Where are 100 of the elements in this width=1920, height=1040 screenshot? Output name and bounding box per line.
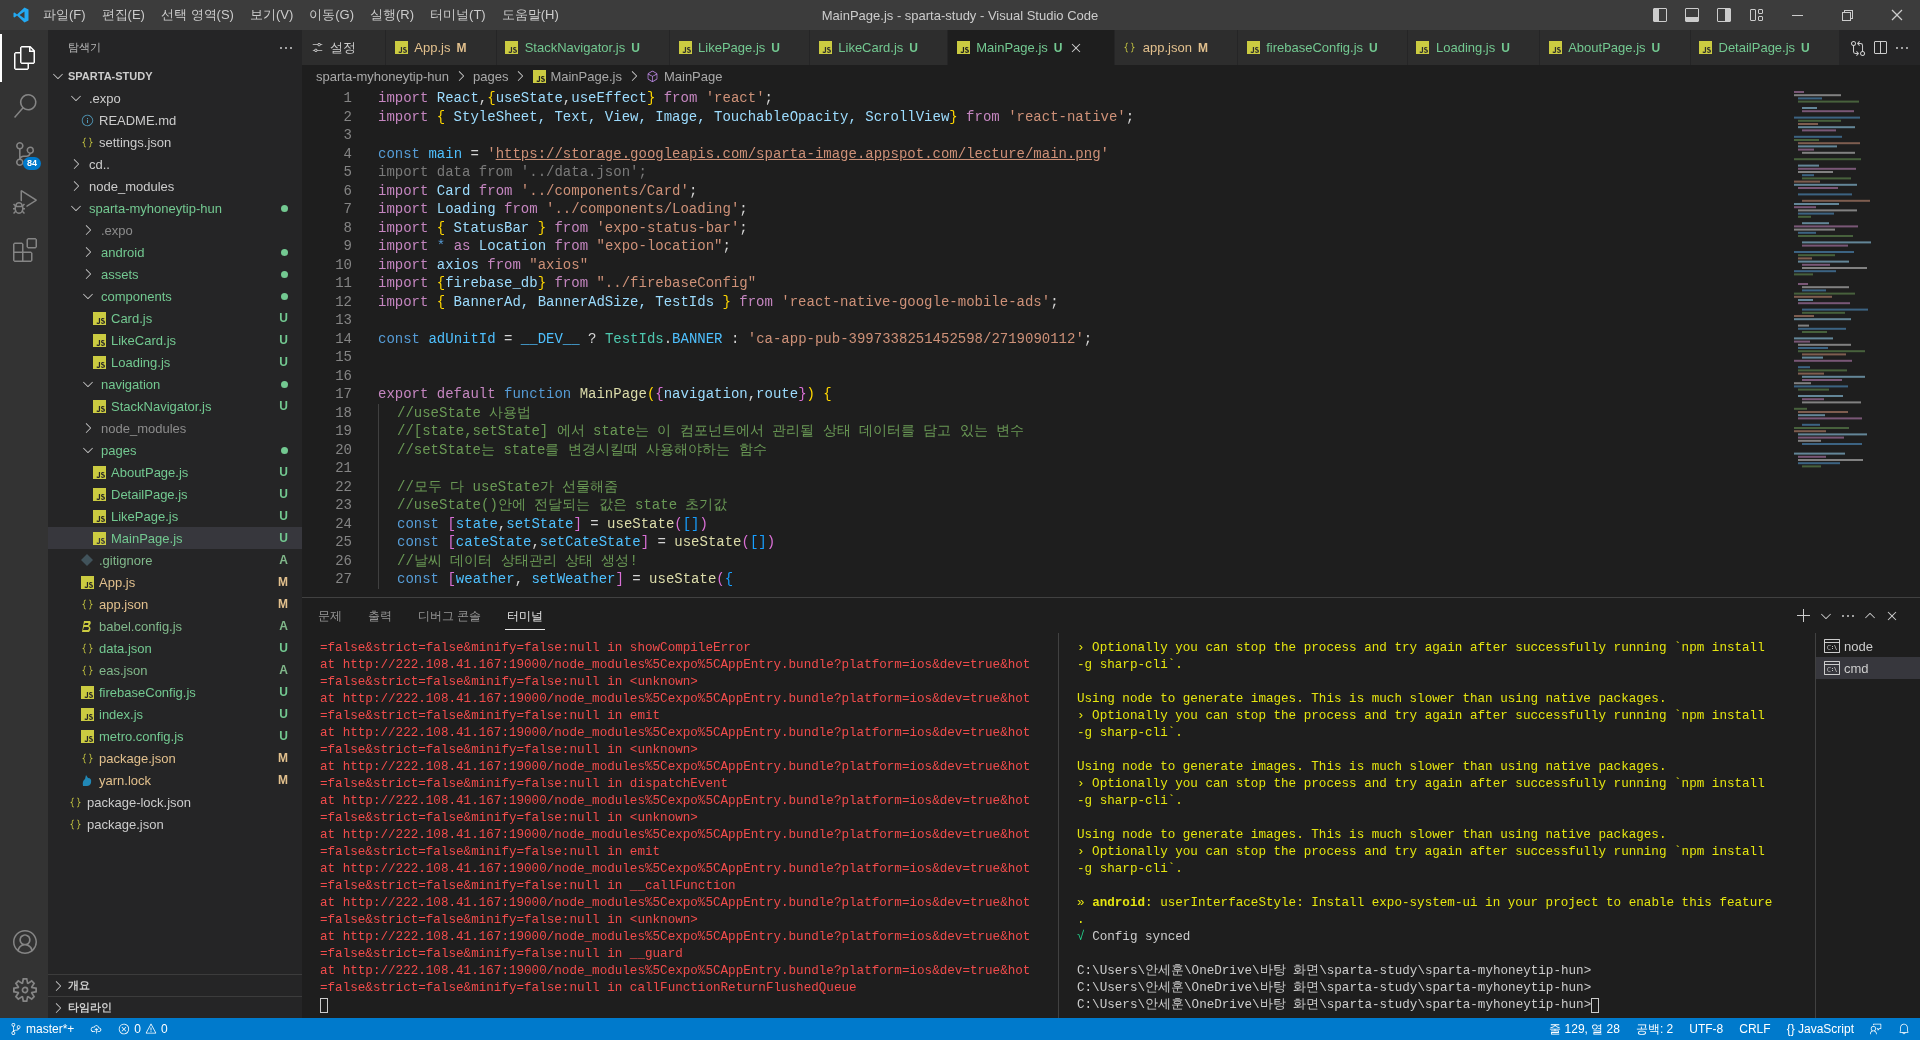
sync-icon[interactable] [90, 1023, 103, 1035]
editor-tab[interactable]: StackNavigator.js U [496, 30, 671, 65]
compare-icon[interactable] [1850, 39, 1866, 56]
git-status-label: U [1501, 40, 1510, 55]
code-line: const [state,setState] = useState([]) [378, 515, 708, 532]
file-item[interactable]: LikePage.js U [48, 505, 302, 527]
editor-tab[interactable]: firebaseConfig.js U [1238, 30, 1408, 65]
folder-section-header[interactable]: SPARTA-STUDY [48, 65, 302, 87]
search-icon[interactable] [13, 94, 37, 118]
file-item[interactable]: App.js M [48, 571, 302, 593]
menu-item[interactable]: 도움말(H) [494, 2, 566, 28]
branch-status[interactable]: master*+ [10, 1022, 75, 1036]
status-item[interactable]: CRLF [1739, 1022, 1771, 1036]
panel-tab[interactable]: 터미널 [505, 601, 546, 630]
file-item[interactable]: LikeCard.js U [48, 329, 302, 351]
terminal-line: » android: userInterfaceStyle: Install expo-system-ui in your project to enable this feature [1077, 895, 1773, 912]
file-item[interactable]: package.json M [48, 747, 302, 769]
editor-tab[interactable]: DetailPage.js U [1690, 30, 1841, 65]
status-item[interactable]: UTF-8 [1689, 1022, 1724, 1036]
file-item[interactable]: babel.config.js A [48, 615, 302, 637]
settings-icon[interactable] [13, 978, 37, 1002]
terminal-item[interactable]: node [1816, 635, 1920, 657]
file-item[interactable]: index.js U [48, 703, 302, 725]
file-item[interactable]: package-lock.json [48, 791, 302, 813]
file-item[interactable]: Loading.js U [48, 351, 302, 373]
menu-item[interactable]: 보기(V) [242, 2, 301, 28]
status-item[interactable]: 공백: 2 [1635, 1020, 1674, 1038]
file-item[interactable]: DetailPage.js U [48, 483, 302, 505]
add-icon[interactable] [1796, 607, 1812, 624]
file-item[interactable]: yarn.lock M [48, 769, 302, 791]
folder-item[interactable]: navigation [48, 373, 302, 395]
problems-status[interactable]: 0 0 [118, 1022, 168, 1036]
code-line: import axios from "axios" [378, 256, 589, 273]
breadcrumb-item[interactable]: MainPage [645, 68, 723, 84]
menu-item[interactable]: 파일(F) [36, 2, 93, 28]
file-item[interactable]: metro.config.js U [48, 725, 302, 747]
folder-item[interactable]: pages [48, 439, 302, 461]
folder-item[interactable]: node_modules [48, 417, 302, 439]
terminal-line: =false&strict=false&minify=false:null in showCompileError [320, 640, 751, 657]
menu-item[interactable]: 선택 영역(S) [153, 2, 241, 28]
extensions-icon[interactable] [13, 238, 37, 262]
terminal-line: -g sharp-cli`. [1077, 793, 1183, 810]
breadcrumb-item[interactable]: MainPage.js [532, 68, 622, 84]
file-item[interactable]: app.json M [48, 593, 302, 615]
file-item[interactable]: eas.json A [48, 659, 302, 681]
file-item[interactable]: StackNavigator.js U [48, 395, 302, 417]
folder-item[interactable]: assets [48, 263, 302, 285]
editor-tab[interactable]: LikeCard.js U [810, 30, 949, 65]
account-icon[interactable] [13, 930, 37, 954]
terminal-line: =false&strict=false&minify=false:null in __callFunction [320, 878, 736, 895]
file-item[interactable]: settings.json [48, 131, 302, 153]
terminal-line: =false&strict=false&minify=false:null in emit [320, 844, 661, 861]
editor-tab[interactable]: app.json M [1114, 30, 1239, 65]
panel-tab[interactable]: 출력 [366, 601, 394, 630]
file-item[interactable]: Card.js U [48, 307, 302, 329]
editor-tab[interactable]: 설정 [302, 30, 387, 65]
editor-tab[interactable]: AboutPage.js U [1540, 30, 1691, 65]
git-status-label: U [279, 333, 288, 347]
menu-item[interactable]: 터미널(T) [423, 2, 493, 28]
editor-tab[interactable]: Loading.js U [1407, 30, 1541, 65]
menu-item[interactable]: 실행(R) [363, 2, 422, 28]
file-item[interactable]: MainPage.js U [48, 527, 302, 549]
terminal-line: › Optionally you can stop the process and try again after successfully running `npm install [1077, 708, 1765, 725]
file-item[interactable]: package.json [48, 813, 302, 835]
files-icon[interactable] [13, 46, 37, 70]
git-status-label: M [1197, 40, 1208, 55]
panel-tab[interactable]: 문제 [316, 601, 344, 630]
panel-tab[interactable]: 디버그 콘솔 [416, 601, 484, 630]
editor-tab[interactable]: App.js M [386, 30, 497, 65]
file-item[interactable]: data.json U [48, 637, 302, 659]
status-item[interactable]: 줄 129, 열 28 [1549, 1020, 1620, 1038]
file-item[interactable]: .gitignore A [48, 549, 302, 571]
code-line: //[state,setState] 에서 state는 이 컴포넌트에서 관리될 상태 데이터를 담고 있는 변수 [378, 422, 1025, 441]
file-item[interactable]: README.md [48, 109, 302, 131]
folder-item[interactable]: android [48, 241, 302, 263]
file-item[interactable]: firebaseConfig.js U [48, 681, 302, 703]
folder-item[interactable]: cd.. [48, 153, 302, 175]
feedback-icon[interactable] [1870, 1023, 1882, 1035]
section-header[interactable]: 개요 [48, 974, 302, 996]
file-item[interactable]: AboutPage.js U [48, 461, 302, 483]
editor-tab[interactable]: MainPage.js U [948, 30, 1115, 65]
javascript-file-icon [92, 465, 106, 479]
terminal-item[interactable]: cmd [1816, 657, 1920, 679]
menu-item[interactable]: 이동(G) [302, 2, 362, 28]
folder-item[interactable]: components [48, 285, 302, 307]
terminal-line: √ Config synced [1077, 929, 1191, 946]
status-item[interactable]: {} JavaScript [1786, 1022, 1854, 1036]
folder-item[interactable]: node_modules [48, 175, 302, 197]
source-control-icon[interactable] [13, 142, 37, 166]
terminal-line: -g sharp-cli`. [1077, 861, 1183, 878]
breadcrumb-item[interactable]: pages [472, 68, 509, 84]
run-debug-icon[interactable] [13, 190, 37, 214]
editor-tab[interactable]: LikePage.js U [670, 30, 811, 65]
folder-item[interactable]: .expo [48, 219, 302, 241]
folder-item[interactable]: sparta-myhoneytip-hun [48, 197, 302, 219]
folder-item[interactable]: .expo [48, 87, 302, 109]
split-editor-icon[interactable] [1872, 39, 1888, 56]
bell-icon[interactable] [1898, 1023, 1910, 1035]
breadcrumb-item[interactable]: sparta-myhoneytip-hun [316, 68, 449, 84]
menu-item[interactable]: 편집(E) [94, 2, 152, 28]
